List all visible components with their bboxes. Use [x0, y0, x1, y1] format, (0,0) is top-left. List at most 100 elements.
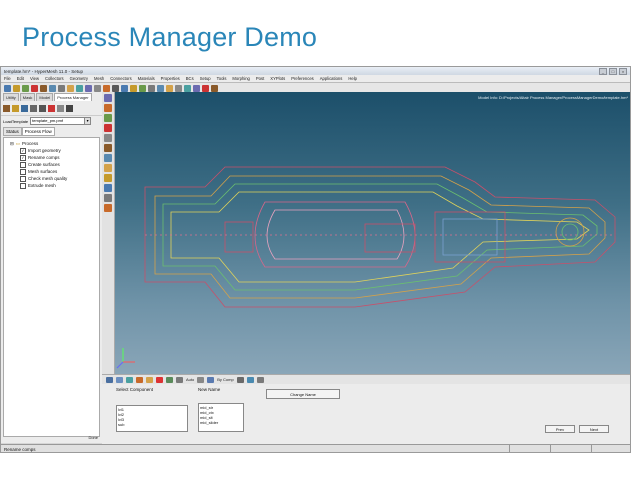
shade-icon[interactable] [126, 376, 133, 383]
graphics-viewport[interactable]: Model Info: D:/Projects/Altair Process M… [115, 92, 630, 374]
new-icon[interactable] [3, 105, 10, 112]
tab-mask[interactable]: Mask [19, 93, 36, 101]
menu-item-file[interactable]: File [4, 76, 11, 81]
menu-item-view[interactable]: View [30, 76, 39, 81]
toolbar-tool-icon[interactable] [175, 84, 182, 92]
stop-icon[interactable] [48, 105, 55, 112]
menu-item-properties[interactable]: Properties [161, 76, 180, 81]
tab-process-manager[interactable]: Process Manager [54, 93, 92, 101]
color-icon[interactable] [197, 376, 205, 383]
toolbar-tool-icon[interactable] [166, 84, 173, 92]
toolbar-tool-icon[interactable] [49, 84, 56, 92]
rotate-icon[interactable] [146, 376, 153, 383]
change-name-button[interactable]: Change Name [266, 389, 340, 399]
toolbar-tool-icon[interactable] [85, 84, 92, 92]
menu-item-help[interactable]: Help [348, 76, 357, 81]
menu-item-tools[interactable]: Tools [217, 76, 227, 81]
prev-button[interactable]: Prev [545, 425, 575, 433]
tree-step[interactable]: Mesh surfaces [4, 168, 99, 175]
side-tool-icon[interactable] [104, 204, 112, 212]
maximize-button[interactable]: □ [609, 67, 617, 75]
toolbar-tool-icon[interactable] [157, 84, 164, 92]
minimize-button[interactable]: _ [599, 67, 607, 75]
template-select[interactable]: template_pm.pmf ▾ [30, 117, 92, 125]
side-tool-icon[interactable] [104, 124, 112, 132]
menu-item-morphing[interactable]: Morphing [232, 76, 249, 81]
side-tool-icon[interactable] [104, 94, 112, 102]
toolbar-tool-icon[interactable] [13, 84, 20, 92]
menu-item-preferences[interactable]: Preferences [291, 76, 314, 81]
tree-step[interactable]: ✓ Import geometry [4, 147, 99, 154]
view-icon[interactable] [106, 376, 113, 383]
menu-item-materials[interactable]: Materials [138, 76, 155, 81]
tree-root[interactable]: ⊟ ▭ Process [4, 140, 99, 147]
tab-utility[interactable]: Utility [3, 93, 19, 101]
component-icon[interactable] [207, 376, 215, 383]
menu-item-collectors[interactable]: Collectors [45, 76, 64, 81]
collapse-icon[interactable]: ⊟ [10, 141, 14, 147]
toolbar-tool-icon[interactable] [193, 84, 200, 92]
info-icon[interactable] [39, 105, 46, 112]
toolbar-tool-icon[interactable] [202, 84, 209, 92]
toolbar-tool-icon[interactable] [31, 84, 38, 92]
auto-dropdown[interactable]: Auto [186, 377, 194, 382]
toolbar-tool-icon[interactable] [211, 84, 218, 92]
menu-item-setup[interactable]: Setup [200, 76, 211, 81]
tree-step[interactable]: ✓ Rename comps [4, 154, 99, 161]
toolbar-tool-icon[interactable] [67, 84, 74, 92]
new-name-list[interactable]: mid_str mid_ctx mid_slt mid_slider [198, 403, 244, 432]
open-icon[interactable] [12, 105, 19, 112]
side-tool-icon[interactable] [104, 154, 112, 162]
new-name-item[interactable]: mid_slider [200, 420, 242, 425]
toolbar-tool-icon[interactable] [22, 84, 29, 92]
delete-icon[interactable] [156, 376, 163, 383]
side-tool-icon[interactable] [104, 104, 112, 112]
toolbar-tool-icon[interactable] [184, 84, 191, 92]
menu-item-post[interactable]: Post [256, 76, 264, 81]
component-list-item[interactable]: sub [118, 422, 186, 427]
menu-item-xyplots[interactable]: XYPlots [270, 76, 285, 81]
tab-model[interactable]: Model [36, 93, 54, 101]
text-icon[interactable] [66, 105, 73, 112]
display-icon[interactable] [176, 376, 183, 383]
component-list[interactable]: lvl1 lvl2 lvl3 sub [116, 405, 188, 432]
clip-icon[interactable] [256, 376, 264, 383]
side-tool-icon[interactable] [104, 134, 112, 142]
toolbar-tool-icon[interactable] [121, 84, 128, 92]
tree-step[interactable]: Check mesh quality [4, 175, 99, 182]
toolbar-tool-icon[interactable] [94, 84, 101, 92]
side-tool-icon[interactable] [104, 194, 112, 202]
settings-icon[interactable] [57, 105, 64, 112]
close-button[interactable]: × [619, 67, 627, 75]
save-icon[interactable] [21, 105, 28, 112]
print-icon[interactable] [30, 105, 37, 112]
menu-item-bcs[interactable]: BCs [186, 76, 194, 81]
toolbar-tool-icon[interactable] [103, 84, 110, 92]
toolbar-tool-icon[interactable] [130, 84, 137, 92]
side-tool-icon[interactable] [104, 114, 112, 122]
side-tool-icon[interactable] [104, 184, 112, 192]
bycomp-dropdown[interactable]: By Comp [217, 377, 233, 382]
tree-step[interactable]: Create surfaces [4, 161, 99, 168]
toolbar-tool-icon[interactable] [148, 84, 155, 92]
toolbar-tool-icon[interactable] [4, 84, 11, 92]
toolbar-tool-icon[interactable] [76, 84, 83, 92]
menu-item-edit[interactable]: Edit [17, 76, 24, 81]
next-button[interactable]: Next [579, 425, 609, 433]
fit-icon[interactable] [136, 376, 143, 383]
style-icon[interactable] [236, 376, 244, 383]
side-tool-icon[interactable] [104, 174, 112, 182]
cube-icon[interactable] [116, 376, 123, 383]
toolbar-tool-icon[interactable] [58, 84, 65, 92]
toolbar-tool-icon[interactable] [112, 84, 119, 92]
toolbar-tool-icon[interactable] [139, 84, 146, 92]
tab-process-flow[interactable]: Process Flow [21, 127, 55, 136]
side-tool-icon[interactable] [104, 144, 112, 152]
tree-step[interactable]: Extrude mesh [4, 182, 99, 189]
menu-item-connectors[interactable]: Connectors [110, 76, 131, 81]
side-tool-icon[interactable] [104, 164, 112, 172]
toolbar-tool-icon[interactable] [40, 84, 47, 92]
menu-item-mesh[interactable]: Mesh [94, 76, 104, 81]
mask-icon[interactable] [166, 376, 173, 383]
menu-item-applications[interactable]: Applications [320, 76, 343, 81]
